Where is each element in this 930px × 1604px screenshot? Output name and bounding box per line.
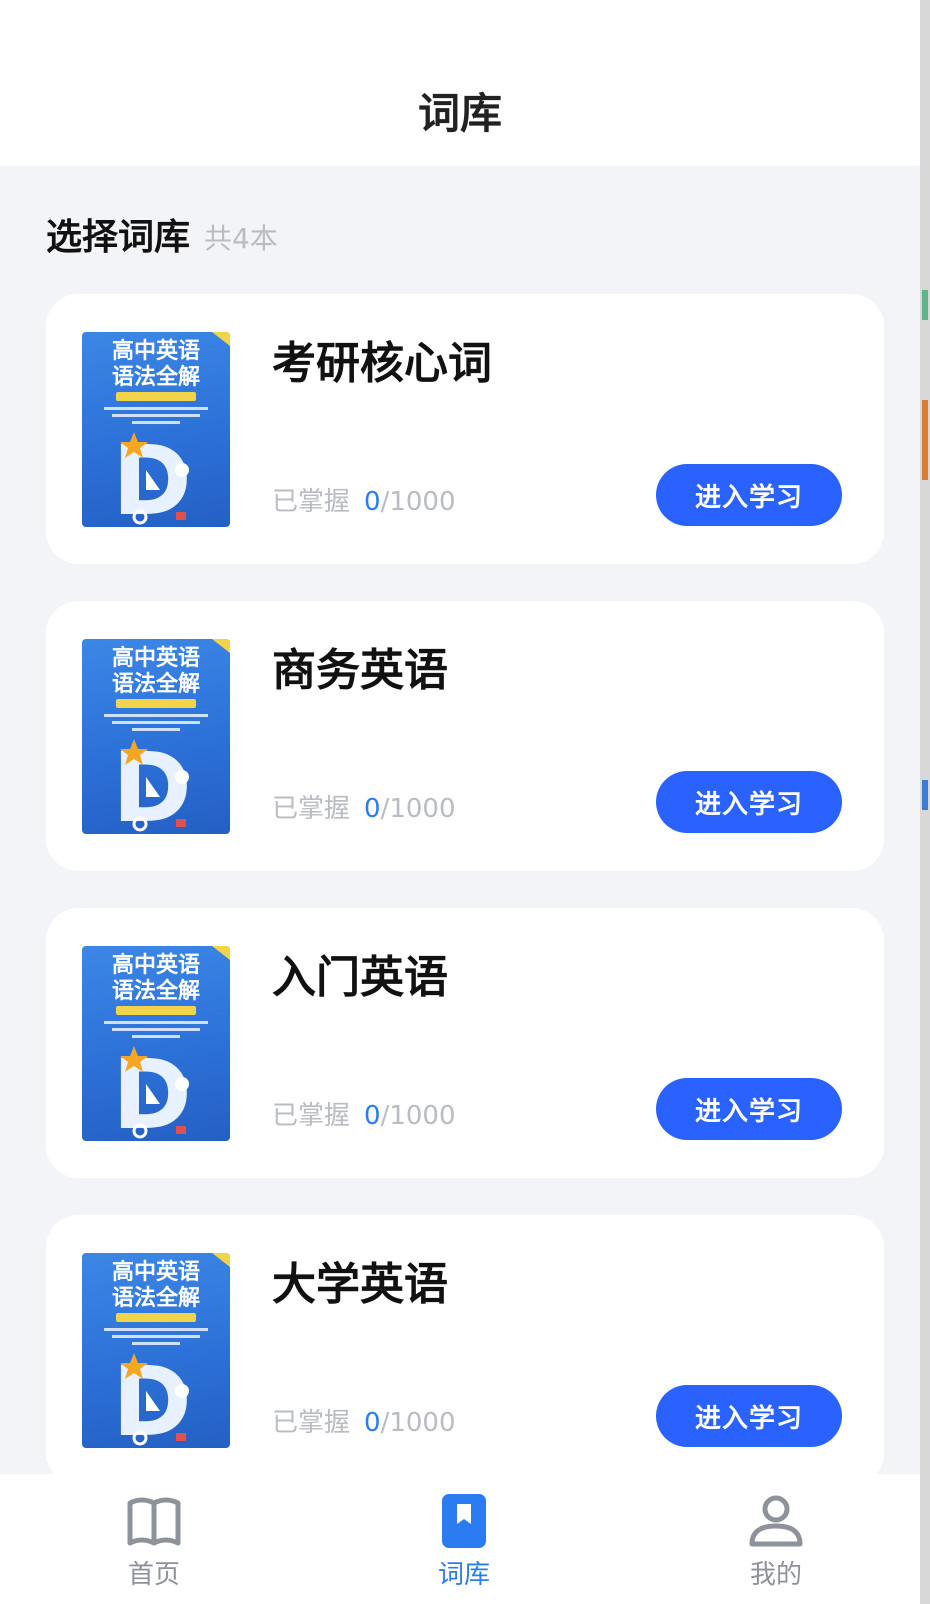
total-count: /1000 (380, 1101, 456, 1131)
svg-text:高中英语: 高中英语 (112, 645, 200, 671)
book-cover-image: 高中英语 语法全解 D (82, 639, 230, 834)
section-header: 选择词库 共4本 (46, 206, 278, 262)
tab-home[interactable]: 首页 (54, 1474, 254, 1604)
start-study-button[interactable]: 进入学习 (656, 1078, 842, 1140)
mastered-count: 0 (364, 487, 381, 517)
book-title: 考研核心词 (272, 338, 492, 389)
mastery-progress: 已掌握 0/1000 (272, 484, 456, 520)
mastered-count: 0 (364, 1408, 381, 1438)
start-study-button[interactable]: 进入学习 (656, 771, 842, 833)
mastery-label: 已掌握 (272, 1101, 351, 1131)
total-count: /1000 (380, 487, 456, 517)
tab-me-label: 我的 (749, 1560, 802, 1590)
book-title: 入门英语 (272, 952, 448, 1003)
tab-library-label: 词库 (437, 1560, 490, 1590)
book-card[interactable]: 高中英语 语法全解 D 大学英语 已掌握 0/1000 进入学习 (46, 1215, 884, 1485)
svg-text:语法全解: 语法全解 (112, 1285, 200, 1311)
book-cover-image: 高中英语 语法全解 D (82, 1253, 230, 1448)
user-icon (748, 1492, 804, 1550)
mastery-label: 已掌握 (272, 794, 351, 824)
tab-library[interactable]: 词库 (364, 1474, 564, 1604)
mastery-label: 已掌握 (272, 1408, 351, 1438)
book-list: 高中英语 语法全解 D 考研核心词 已掌握 0/1000 进入学习 高中英语 语… (46, 294, 884, 1522)
mastered-count: 0 (364, 794, 381, 824)
book-title: 商务英语 (272, 645, 448, 696)
bottom-tab-bar: 首页 词库 我的 (0, 1474, 920, 1604)
tab-home-label: 首页 (127, 1560, 180, 1590)
book-card[interactable]: 高中英语 语法全解 D 入门英语 已掌握 0/1000 进入学习 (46, 908, 884, 1178)
book-card[interactable]: 高中英语 语法全解 D 考研核心词 已掌握 0/1000 进入学习 (46, 294, 884, 564)
mastery-progress: 已掌握 0/1000 (272, 791, 456, 827)
mastery-progress: 已掌握 0/1000 (272, 1098, 456, 1134)
book-cover-image: 高中英语 语法全解 D (82, 332, 230, 527)
start-study-button[interactable]: 进入学习 (656, 464, 842, 526)
svg-text:高中英语: 高中英语 (112, 1259, 200, 1285)
word-library-screen: 词库 选择词库 共4本 高中英语 语法全解 D 考研核心词 已掌握 0/1000… (0, 0, 920, 1604)
book-open-icon (126, 1492, 182, 1550)
mastered-count: 0 (364, 1101, 381, 1131)
section-title: 选择词库 (46, 217, 191, 258)
svg-text:高中英语: 高中英语 (112, 952, 200, 978)
svg-text:语法全解: 语法全解 (112, 671, 200, 697)
start-study-button[interactable]: 进入学习 (656, 1385, 842, 1447)
book-count: 共4本 (204, 222, 278, 255)
bookmark-icon (442, 1492, 486, 1550)
book-card[interactable]: 高中英语 语法全解 D 商务英语 已掌握 0/1000 进入学习 (46, 601, 884, 871)
total-count: /1000 (380, 794, 456, 824)
top-header: 词库 (0, 0, 920, 166)
page-title: 词库 (417, 89, 502, 138)
svg-text:语法全解: 语法全解 (112, 364, 200, 390)
svg-text:语法全解: 语法全解 (112, 978, 200, 1004)
tab-me[interactable]: 我的 (676, 1474, 876, 1604)
book-title: 大学英语 (272, 1259, 448, 1310)
window-edge (920, 0, 930, 1604)
svg-text:高中英语: 高中英语 (112, 338, 200, 364)
mastery-progress: 已掌握 0/1000 (272, 1405, 456, 1441)
mastery-label: 已掌握 (272, 487, 351, 517)
book-cover-image: 高中英语 语法全解 D (82, 946, 230, 1141)
total-count: /1000 (380, 1408, 456, 1438)
